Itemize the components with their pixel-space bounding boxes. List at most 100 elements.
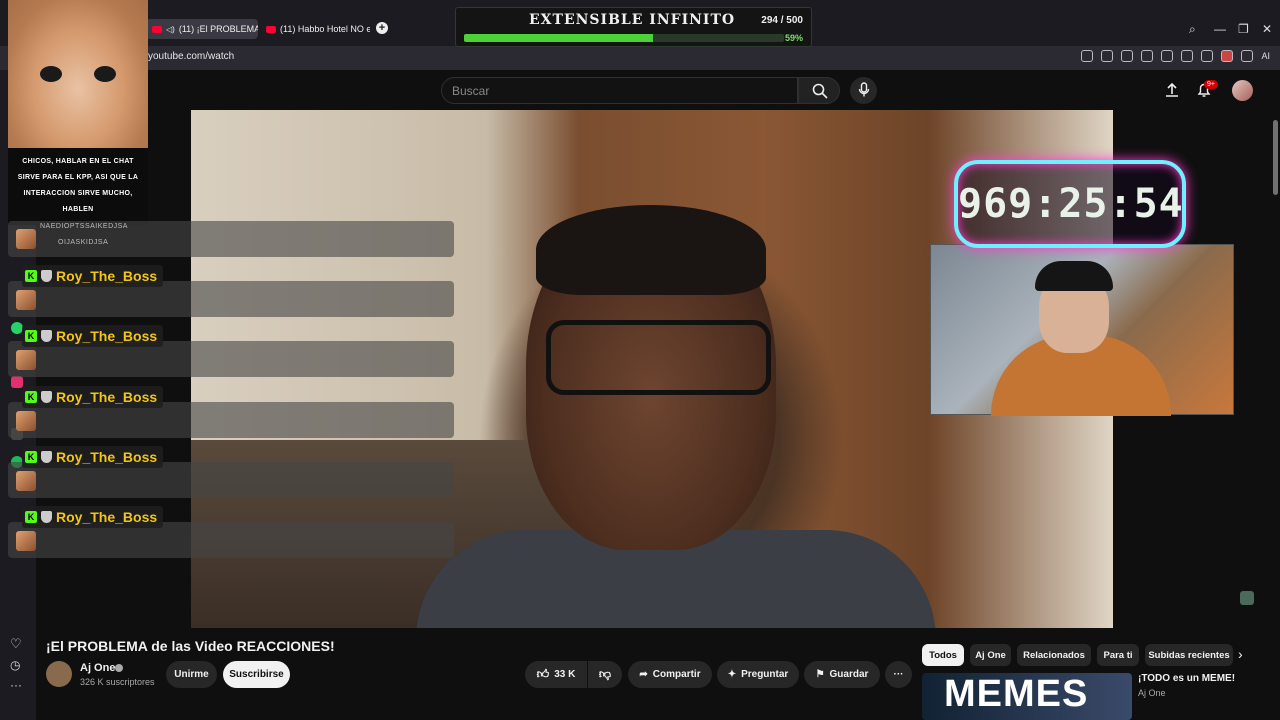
- recommendation-channel[interactable]: Aj One: [1138, 688, 1166, 698]
- more-actions-button[interactable]: ···: [885, 661, 912, 688]
- join-button[interactable]: Unirme: [166, 661, 217, 688]
- history-icon[interactable]: ◷: [10, 658, 20, 672]
- moderator-shield-icon: [41, 511, 52, 523]
- menu-icon[interactable]: [1201, 50, 1214, 62]
- thumbnail-text: MEMES: [944, 673, 1089, 715]
- chat-username: Roy_The_Boss: [56, 328, 158, 344]
- bookmark-icon: ⚑: [815, 669, 825, 680]
- instagram-icon[interactable]: [11, 376, 23, 388]
- search-input[interactable]: Buscar: [441, 77, 798, 104]
- subathon-timer: 969:25:54: [954, 160, 1186, 248]
- overlay-corner-icon: [1240, 591, 1254, 605]
- moderator-shield-icon: [41, 270, 52, 282]
- stream-goal-widget: EXTENSIBLE INFINITO 294 / 500 59%: [455, 7, 812, 47]
- minimize-icon[interactable]: —: [1214, 22, 1226, 36]
- chip-channel[interactable]: Aj One: [970, 644, 1011, 666]
- kick-badge-icon: K: [25, 270, 37, 282]
- tab-habbo-hotel[interactable]: (11) Habbo Hotel NO era: [260, 19, 370, 39]
- extension-toolbar: AI: [1081, 50, 1270, 62]
- kick-badge-icon: K: [25, 451, 37, 463]
- heart-icon[interactable]: [1161, 50, 1174, 62]
- edit-icon[interactable]: [1081, 50, 1094, 62]
- account-avatar[interactable]: [1232, 80, 1253, 101]
- dislike-button[interactable]: 👎︎: [588, 661, 622, 688]
- goal-progress-fill: [464, 34, 653, 42]
- voice-search-button[interactable]: [850, 77, 877, 104]
- chip-recent-uploads[interactable]: Subidas recientes: [1145, 644, 1233, 666]
- kick-badge-icon: K: [25, 511, 37, 523]
- download-icon[interactable]: [1181, 50, 1194, 62]
- thumbs-up-icon: 👍︎: [536, 667, 550, 681]
- url-text[interactable]: youtube.com/watch: [148, 51, 234, 62]
- kick-badge-icon: K: [25, 391, 37, 403]
- recommendation-thumbnail[interactable]: MEMES: [922, 673, 1132, 720]
- camera-icon[interactable]: [1101, 50, 1114, 62]
- recommendation-title[interactable]: ¡TODO es un MEME!: [1138, 673, 1235, 684]
- chat-avatar: [16, 229, 36, 249]
- tab-el-problema[interactable]: ◁) (11) ¡El PROBLEMA de: [146, 19, 258, 39]
- thumbs-down-icon: 👎︎: [598, 667, 612, 681]
- webcam-cap: [1035, 261, 1113, 291]
- page-scrollbar[interactable]: [1272, 110, 1280, 720]
- search-button[interactable]: [798, 77, 840, 104]
- chat-avatar: [16, 290, 36, 310]
- chip-related[interactable]: Relacionados: [1017, 644, 1091, 666]
- microphone-icon: [858, 82, 870, 97]
- verified-icon: [115, 664, 123, 672]
- like-button[interactable]: 👍︎ 33 K: [525, 661, 587, 688]
- chevron-right-icon[interactable]: ›: [1238, 646, 1243, 662]
- more-icon[interactable]: ···: [10, 678, 22, 692]
- chat-user-badge: K Roy_The_Boss: [22, 446, 164, 468]
- upload-icon[interactable]: [1165, 82, 1179, 98]
- address-bar[interactable]: youtube.com/watch AI: [0, 46, 1280, 70]
- chat-username-old: OIJASKIDJSA: [58, 239, 109, 246]
- kick-badge-icon: K: [25, 330, 37, 342]
- play-icon[interactable]: [1141, 50, 1154, 62]
- extensions-icon[interactable]: [1241, 50, 1254, 62]
- tab-label: (11) Habbo Hotel NO era: [280, 24, 370, 34]
- close-icon[interactable]: ✕: [1262, 22, 1272, 36]
- video-person-hair: [536, 205, 766, 295]
- cat-right-eye: [94, 66, 116, 82]
- ask-button[interactable]: ✦ Preguntar: [717, 661, 799, 688]
- search-tabs-icon[interactable]: ⌕: [1189, 22, 1196, 37]
- youtube-header: Buscar 9+: [36, 70, 1280, 110]
- goal-count: 294 / 500: [761, 15, 803, 26]
- goal-progress-track: [464, 34, 784, 42]
- chip-for-you[interactable]: Para ti: [1097, 644, 1139, 666]
- notification-badge: 9+: [1204, 80, 1218, 89]
- share-button[interactable]: ➦ Compartir: [628, 661, 712, 688]
- channel-avatar[interactable]: [46, 661, 72, 687]
- chat-username: Roy_The_Boss: [56, 268, 158, 284]
- chip-all[interactable]: Todos: [922, 644, 964, 666]
- heart-icon[interactable]: ♡: [10, 636, 22, 652]
- ai-button[interactable]: AI: [1261, 51, 1270, 61]
- scrollbar-thumb[interactable]: [1273, 120, 1278, 195]
- moderator-shield-icon: [41, 391, 52, 403]
- chat-avatar: [16, 411, 36, 431]
- subscriber-count: 326 K suscriptores: [80, 677, 155, 687]
- chat-username: Roy_The_Boss: [56, 389, 158, 405]
- shield-icon[interactable]: [1121, 50, 1134, 62]
- share-label: Compartir: [652, 669, 701, 680]
- speaker-icon: ◁): [166, 24, 175, 34]
- subscribe-button[interactable]: Suscribirse: [223, 661, 290, 688]
- like-count: 33 K: [554, 669, 576, 680]
- chat-username: Roy_The_Boss: [56, 449, 158, 465]
- new-tab-button[interactable]: +: [376, 22, 388, 34]
- video-title: ¡El PROBLEMA de las Video REACCIONES!: [46, 638, 335, 654]
- restore-icon[interactable]: ❐: [1238, 22, 1249, 36]
- channel-name[interactable]: Aj One: [80, 662, 115, 674]
- save-button[interactable]: ⚑ Guardar: [804, 661, 880, 688]
- moderator-shield-icon: [41, 330, 52, 342]
- share-icon: ➦: [639, 669, 648, 680]
- goal-percent: 59%: [784, 33, 803, 43]
- ask-label: Preguntar: [741, 669, 789, 680]
- cat-image: [8, 0, 148, 148]
- chat-user-badge: K Roy_The_Boss: [22, 325, 164, 347]
- moderator-shield-icon: [41, 451, 52, 463]
- goal-title: EXTENSIBLE INFINITO: [529, 12, 736, 28]
- profile-extension-icon[interactable]: [1221, 50, 1234, 62]
- chat-username-old: NAEDIOPTSSAIKEDJSA: [40, 223, 128, 230]
- video-info-panel: ¡El PROBLEMA de las Video REACCIONES! Aj…: [36, 628, 1280, 720]
